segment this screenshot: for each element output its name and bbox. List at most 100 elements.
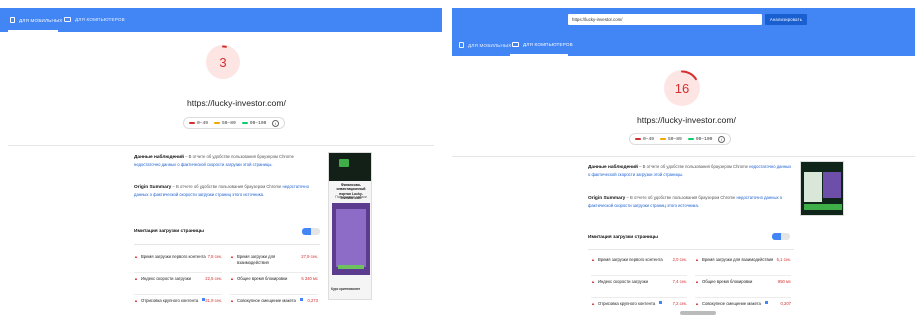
metric-name: Индекс скорости загрузки [597, 279, 648, 284]
legend-average: 50–89 [660, 137, 682, 142]
origin-summary-title: Origin Summary [134, 185, 172, 190]
metric-value: 31,9 сек. [205, 298, 222, 303]
legend-pass: 90–100 [687, 137, 712, 142]
score-legend: 0–49 50–89 90–100 i [183, 117, 286, 129]
origin-summary-title: Origin Summary [588, 196, 626, 201]
monitor-icon [64, 17, 71, 22]
metric-item: ▲ Общее время блокировки 950 мс [695, 279, 791, 285]
field-data-section: Данные наблюдений – В отчете об удобстве… [134, 154, 294, 167]
tab-mobile-label: Для мобильных [468, 42, 512, 48]
legend-pass: 90–100 [241, 121, 266, 126]
metric-value: 27,9 сек. [301, 254, 318, 259]
grid-view-toggle[interactable] [311, 228, 320, 235]
lcp-marker-icon [659, 301, 663, 304]
metric-name: Время загрузки первого контента [140, 254, 206, 259]
tab-desktop[interactable]: Для компьютеров [64, 17, 125, 22]
legend-fail: 0–49 [189, 121, 208, 126]
fail-triangle-icon: ▲ [695, 257, 699, 262]
metric-name: Время загрузки первого контента [597, 257, 663, 262]
metric-item: ▲ Отрисовка крупного контента 31,9 сек. [134, 298, 222, 304]
page-screenshot-thumbnail: Финансово-инвестиционный портал Lucky-in… [328, 152, 372, 300]
tab-desktop[interactable]: Для компьютеров [512, 42, 573, 47]
metric-value: 22,5 сек. [205, 276, 222, 281]
fail-triangle-icon: ▲ [695, 301, 699, 306]
metric-value: 7,4 сек. [672, 279, 687, 284]
grid-view-toggle[interactable] [781, 233, 790, 240]
metric-item: ▲ Отрисовка крупного контента 7,2 сек. [591, 301, 687, 307]
tab-mobile[interactable]: Для мобильных [10, 17, 63, 23]
metric-name: Отрисовка крупного контента [597, 301, 656, 306]
metric-name: Время загрузки для взаимодействия [236, 254, 276, 265]
thumbnail-subtitle: Популярные записи [335, 195, 367, 199]
metric-value: 950 мс [777, 279, 791, 284]
monitor-icon [512, 42, 519, 47]
origin-summary-section: Origin Summary – В отчете об удобстве по… [588, 195, 783, 208]
analyzed-url: https://lucky-investor.com/ [187, 98, 286, 108]
performance-score-gauge: 16 [664, 70, 700, 106]
lab-data-title: Имитация загрузки страницы [134, 229, 205, 234]
metric-item: ▲ Индекс скорости загрузки 7,4 сек. [591, 279, 687, 285]
fail-triangle-icon: ▲ [591, 301, 595, 306]
list-view-toggle[interactable] [772, 233, 781, 240]
info-icon[interactable]: i [718, 135, 726, 143]
lcp-marker-icon [764, 301, 768, 304]
field-data-link[interactable]: недостаточно данных о фактической скорос… [134, 162, 273, 167]
tab-mobile-label: Для мобильных [19, 17, 63, 23]
tab-mobile[interactable]: Для мобильных [459, 42, 512, 48]
metric-value: 0,273 [307, 298, 318, 303]
legend-average: 50–89 [214, 121, 236, 126]
view-toggle[interactable] [772, 233, 790, 240]
metric-item: ▲ Время загрузки первого контента 2,0 сек. [591, 257, 687, 263]
top-tab-bar: Для мобильных Для компьютеров [0, 8, 442, 32]
metric-item: ▲ Совокупное смещение макета 0,273 [230, 298, 318, 304]
fail-triangle-icon: ▲ [230, 298, 234, 303]
metric-item: ▲ Время загрузки для взаимодействия 5,1 се… [695, 257, 791, 263]
lcp-marker-icon [299, 298, 303, 301]
metric-value: 7,2 сек. [672, 301, 687, 306]
fail-triangle-icon: ▲ [134, 276, 138, 281]
fail-triangle-icon: ▲ [591, 257, 595, 262]
divider [8, 145, 434, 146]
field-data-title: Данные наблюдений [588, 165, 638, 170]
analyzed-url: https://lucky-investor.com/ [637, 115, 736, 125]
url-input[interactable]: https://lucky-investor.com/ [568, 14, 762, 25]
screenshot-root: Для мобильных Для компьютеров 3 https://… [0, 0, 915, 317]
metric-name: Отрисовка крупного контента [140, 298, 199, 303]
view-toggle[interactable] [302, 228, 320, 235]
metric-name: Совокупное смещение макета [701, 301, 761, 306]
lab-data-title: Имитация загрузки страницы [588, 235, 659, 240]
divider [452, 156, 915, 157]
origin-summary-section: Origin Summary – В отчете об удобстве по… [134, 184, 309, 197]
active-tab-indicator [8, 30, 58, 32]
metric-value: 7,8 сек. [207, 254, 222, 259]
fail-triangle-icon: ▲ [134, 254, 138, 259]
legend-fail: 0–49 [635, 137, 654, 142]
metric-item: ▲ Время загрузки первого контента 7,8 сек. [134, 254, 222, 260]
metric-value: 0,207 [780, 301, 791, 306]
score-legend: 0–49 50–89 90–100 i [629, 133, 732, 145]
fail-triangle-icon: ▲ [134, 298, 138, 303]
performance-score-gauge: 3 [206, 45, 240, 79]
thumbnail-footer: Курс криптовалют [331, 287, 361, 291]
list-view-toggle[interactable] [302, 228, 311, 235]
metric-value: 5 340 мс [301, 276, 318, 281]
fail-triangle-icon: ▲ [230, 254, 234, 259]
desktop-report-panel: https://lucky-investor.com/ Анализироват… [452, 0, 915, 317]
metric-item: ▲ Индекс скорости загрузки 22,5 сек. [134, 276, 222, 282]
metric-name: Время загрузки для взаимодействия [701, 257, 774, 262]
top-header-bar: https://lucky-investor.com/ Анализироват… [452, 8, 915, 56]
mobile-report-panel: Для мобильных Для компьютеров 3 https://… [0, 0, 442, 317]
info-icon[interactable]: i [272, 119, 280, 127]
metric-name: Индекс скорости загрузки [140, 276, 191, 281]
scroll-indicator[interactable] [680, 311, 716, 315]
metric-value: 5,1 сек. [776, 257, 791, 262]
metric-name: Совокупное смещение макета [236, 298, 296, 303]
tab-desktop-label: Для компьютеров [75, 17, 125, 22]
page-screenshot-thumbnail [800, 161, 844, 216]
phone-icon [10, 17, 15, 23]
performance-score: 16 [674, 80, 690, 96]
metric-item: ▲ Время загрузки для взаимодействия 27,9 с… [230, 254, 318, 265]
fail-triangle-icon: ▲ [230, 276, 234, 281]
analyze-button[interactable]: Анализировать [765, 14, 807, 25]
performance-score: 3 [219, 54, 227, 70]
